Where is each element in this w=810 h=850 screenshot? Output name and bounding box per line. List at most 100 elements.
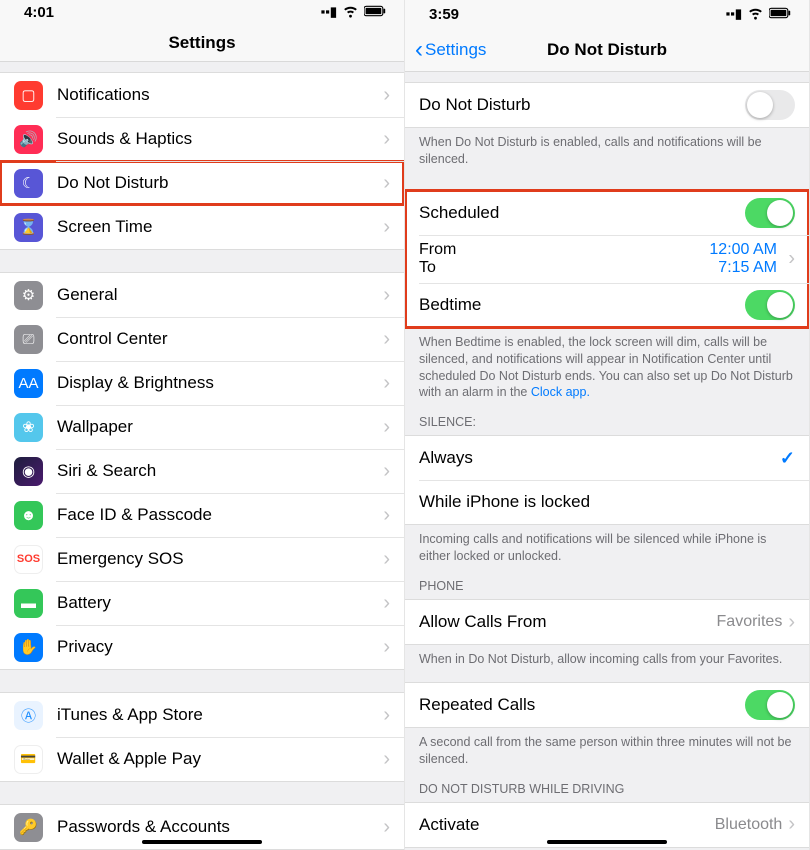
allow-footer: When in Do Not Disturb, allow incoming c… bbox=[405, 645, 809, 668]
settings-row-siri-search[interactable]: ◉ Siri & Search › bbox=[0, 449, 404, 493]
bedtime-label: Bedtime bbox=[419, 295, 745, 315]
status-icons: ▪▪▮ bbox=[726, 4, 791, 24]
scheduled-label: Scheduled bbox=[419, 203, 745, 223]
from-label: From bbox=[419, 241, 456, 259]
chevron-right-icon: › bbox=[383, 748, 390, 771]
back-label: Settings bbox=[425, 40, 486, 60]
chevron-right-icon: › bbox=[383, 328, 390, 351]
wallet-icon: 💳 bbox=[14, 745, 43, 774]
signal-icon: ▪▪▮ bbox=[726, 6, 742, 22]
face-icon: ☻ bbox=[14, 501, 43, 530]
chevron-right-icon: › bbox=[383, 372, 390, 395]
status-icons: ▪▪▮ bbox=[321, 2, 386, 22]
gear-icon: ⚙ bbox=[14, 281, 43, 310]
settings-row-general[interactable]: ⚙General› bbox=[0, 273, 404, 317]
dnd-label: Do Not Disturb bbox=[419, 95, 745, 115]
chevron-right-icon: › bbox=[383, 460, 390, 483]
status-time: 4:01 bbox=[24, 4, 54, 21]
status-time: 3:59 bbox=[429, 6, 459, 23]
chevron-right-icon: › bbox=[788, 247, 795, 270]
chevron-right-icon: › bbox=[788, 813, 795, 836]
notifications-icon: ▢ bbox=[14, 81, 43, 110]
page-title: Do Not Disturb bbox=[547, 40, 667, 60]
settings-row-screen-time[interactable]: ⌛ Screen Time › bbox=[0, 205, 404, 249]
silence-always-row[interactable]: Always ✓ bbox=[405, 436, 809, 480]
scheduled-toggle[interactable] bbox=[745, 198, 795, 228]
row-label: Passwords & Accounts bbox=[57, 817, 377, 837]
dnd-toggle[interactable] bbox=[745, 90, 795, 120]
schedule-time-row[interactable]: From 12:00 AM To 7:15 AM › bbox=[405, 235, 809, 283]
settings-row-sounds-haptics[interactable]: 🔊 Sounds & Haptics › bbox=[0, 117, 404, 161]
moon-icon: ☾ bbox=[14, 169, 43, 198]
chevron-left-icon: ‹ bbox=[415, 36, 423, 64]
settings-row-emergency-sos[interactable]: SOSEmergency SOS› bbox=[0, 537, 404, 581]
row-label: Sounds & Haptics bbox=[57, 129, 377, 149]
repeated-calls-label: Repeated Calls bbox=[419, 695, 745, 715]
repeated-calls-row[interactable]: Repeated Calls bbox=[405, 683, 809, 727]
sounds-icon: 🔊 bbox=[14, 125, 43, 154]
home-indicator[interactable] bbox=[142, 840, 262, 844]
page-title: Settings bbox=[168, 33, 235, 53]
chevron-right-icon: › bbox=[383, 128, 390, 151]
row-label: Face ID & Passcode bbox=[57, 505, 377, 525]
activate-label: Activate bbox=[419, 815, 715, 835]
allow-calls-value: Favorites bbox=[717, 613, 783, 631]
silence-locked-label: While iPhone is locked bbox=[419, 492, 795, 512]
allow-calls-label: Allow Calls From bbox=[419, 612, 717, 632]
row-label: Wallet & Apple Pay bbox=[57, 749, 377, 769]
row-label: Emergency SOS bbox=[57, 549, 377, 569]
silence-footer: Incoming calls and notifications will be… bbox=[405, 525, 809, 565]
silence-always-label: Always bbox=[419, 448, 780, 468]
siri-icon: ◉ bbox=[14, 457, 43, 486]
settings-row-display-brightness[interactable]: AADisplay & Brightness› bbox=[0, 361, 404, 405]
status-bar: 3:59 ▪▪▮ bbox=[405, 0, 809, 28]
dnd-row[interactable]: Do Not Disturb bbox=[405, 83, 809, 127]
scheduled-row[interactable]: Scheduled bbox=[405, 191, 809, 235]
silence-locked-row[interactable]: While iPhone is locked bbox=[405, 480, 809, 524]
row-label: Display & Brightness bbox=[57, 373, 377, 393]
repeated-calls-toggle[interactable] bbox=[745, 690, 795, 720]
hand-icon: ✋ bbox=[14, 633, 43, 662]
row-label: Battery bbox=[57, 593, 377, 613]
appstore-icon: Ⓐ bbox=[14, 701, 43, 730]
row-label: Siri & Search bbox=[57, 461, 377, 481]
row-label: Privacy bbox=[57, 637, 377, 657]
settings-row-wallet-apple-pay[interactable]: 💳 Wallet & Apple Pay › bbox=[0, 737, 404, 781]
chevron-right-icon: › bbox=[383, 816, 390, 839]
status-bar: 4:01 ▪▪▮ bbox=[0, 0, 404, 24]
settings-screen: 4:01 ▪▪▮ Settings ▢ Notifications › 🔊 Sounds… bbox=[0, 0, 405, 850]
activate-value: Bluetooth bbox=[715, 816, 783, 834]
chevron-right-icon: › bbox=[383, 216, 390, 239]
home-indicator[interactable] bbox=[547, 840, 667, 844]
wifi-icon bbox=[342, 2, 359, 22]
settings-row-itunes-app-store[interactable]: ⒶiTunes & App Store› bbox=[0, 693, 404, 737]
settings-row-battery[interactable]: ▬Battery› bbox=[0, 581, 404, 625]
switches-icon: ⎚ bbox=[14, 325, 43, 354]
row-label: Screen Time bbox=[57, 217, 377, 237]
battery-icon bbox=[364, 5, 386, 20]
bedtime-row[interactable]: Bedtime bbox=[405, 283, 809, 327]
hourglass-icon: ⌛ bbox=[14, 213, 43, 242]
bedtime-footer: When Bedtime is enabled, the lock screen… bbox=[405, 328, 809, 402]
allow-calls-row[interactable]: Allow Calls From Favorites › bbox=[405, 600, 809, 644]
row-label: iTunes & App Store bbox=[57, 705, 377, 725]
clock-app-link[interactable]: Clock app. bbox=[531, 385, 590, 399]
silence-header: SILENCE: bbox=[405, 401, 809, 435]
settings-row-wallpaper[interactable]: ❀Wallpaper› bbox=[0, 405, 404, 449]
row-label: Wallpaper bbox=[57, 417, 377, 437]
scheduled-group-highlight: Scheduled From 12:00 AM To 7:15 AM › Bed… bbox=[405, 190, 809, 328]
back-button[interactable]: ‹ Settings bbox=[415, 36, 486, 64]
settings-row-face-id-passcode[interactable]: ☻Face ID & Passcode› bbox=[0, 493, 404, 537]
settings-row-notifications[interactable]: ▢Notifications› bbox=[0, 73, 404, 117]
settings-row-do-not-disturb[interactable]: ☾Do Not Disturb› bbox=[0, 161, 404, 205]
nav-bar: Settings bbox=[0, 24, 404, 62]
row-label: Notifications bbox=[57, 85, 377, 105]
bedtime-toggle[interactable] bbox=[745, 290, 795, 320]
settings-row-privacy[interactable]: ✋ Privacy › bbox=[0, 625, 404, 669]
chevron-right-icon: › bbox=[383, 636, 390, 659]
settings-row-control-center[interactable]: ⎚Control Center› bbox=[0, 317, 404, 361]
battery-icon: ▬ bbox=[14, 589, 43, 618]
row-label: General bbox=[57, 285, 377, 305]
wifi-icon bbox=[747, 4, 764, 24]
phone-header: PHONE bbox=[405, 565, 809, 599]
